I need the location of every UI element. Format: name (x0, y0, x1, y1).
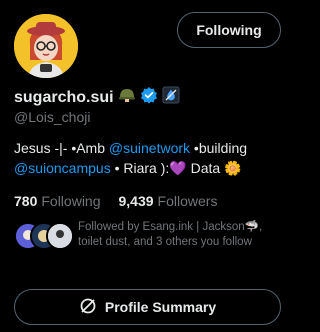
mention-suinetwork-link[interactable]: @suinetwork (109, 140, 190, 156)
following-count: 780 (14, 193, 38, 209)
following-button[interactable]: Following (177, 12, 281, 48)
user-handle[interactable]: @Lois_choji (14, 109, 90, 125)
profile-summary-label: Profile Summary (104, 299, 217, 315)
verified-badge-icon[interactable] (140, 86, 158, 109)
name-row: sugarcho.sui (14, 86, 180, 109)
followed-by-text: Followed by Esang.ink | Jackson🦈, toilet… (78, 221, 263, 248)
mutual-followers-avatars (14, 222, 74, 250)
mutual-avatar (46, 222, 74, 250)
bio-text: Data (186, 160, 225, 176)
avatar-illustration (14, 14, 78, 78)
followers-stat[interactable]: 9,439 Followers (119, 193, 218, 209)
bio-text: •building (190, 140, 248, 156)
followers-count: 9,439 (118, 193, 154, 209)
following-label: Following (41, 193, 101, 209)
grok-icon (79, 297, 97, 318)
bio-text: • Riara ): (110, 160, 170, 176)
followers-label: Followers (157, 193, 218, 209)
display-name[interactable]: sugarcho.sui (14, 89, 114, 107)
mention-suioncampus-link[interactable]: @suioncampus (14, 160, 111, 176)
followed-by-row[interactable]: Followed by Esang.ink | Jackson🦈, toilet… (14, 220, 283, 250)
blossom-icon: 🌼 (224, 160, 242, 176)
helmet-icon (118, 86, 136, 109)
profile-stats: 780 Following 9,439 Followers (14, 193, 217, 209)
profile-summary-button[interactable]: Profile Summary (14, 289, 281, 325)
following-stat[interactable]: 780 Following (14, 193, 101, 209)
purple-heart-icon: 💜 (169, 160, 187, 176)
affiliate-badge-icon[interactable] (162, 86, 180, 109)
profile-hover-card: Following sugarcho.sui @Lois_choji Jesus… (0, 0, 295, 332)
profile-bio: Jesus -|- •Amb @suinetwork •building @su… (14, 138, 282, 178)
profile-avatar[interactable] (14, 14, 78, 78)
bio-text: Jesus -|- •Amb (14, 140, 109, 156)
